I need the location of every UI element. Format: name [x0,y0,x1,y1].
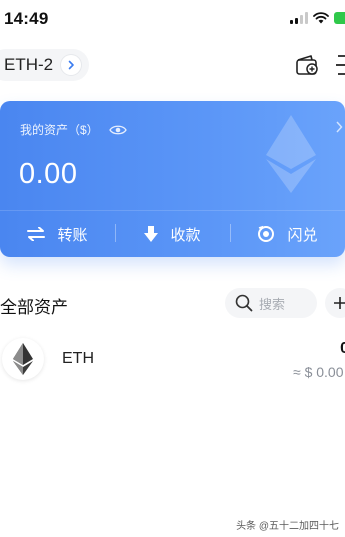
receive-icon [144,226,159,242]
card-actions: 转账 收款 闪兑 [0,211,345,257]
cellular-signal-icon [290,12,308,24]
scan-icon[interactable] [336,53,345,77]
status-bar: 14:49 [0,0,345,40]
swap-icon [258,225,275,242]
transfer-label: 转账 [57,226,88,244]
receive-label: 收款 [170,226,201,244]
status-icons [290,12,345,24]
asset-card: 我的资产（$） 0.00 转账 收款 闪兑 [0,101,345,257]
eye-icon[interactable] [108,124,127,136]
token-fiat-value: ≈ $ 0.00 [293,364,344,380]
token-symbol: ETH [62,350,94,367]
swap-label: 闪兑 [287,226,318,244]
chevron-right-icon[interactable] [335,121,343,133]
card-label-row: 我的资产（$） [20,121,127,138]
asset-row-eth[interactable]: ETH 0 ≈ $ 0.00 [0,336,345,382]
eth-watermark-icon [266,115,316,193]
all-assets-title: 全部资产 [0,298,68,317]
battery-icon [334,12,345,24]
wallet-selector[interactable]: ETH-2 [0,49,90,81]
wallet-add-icon[interactable] [295,53,321,77]
eth-logo-icon [2,338,44,380]
wallet-name: ETH-2 [4,55,54,74]
add-asset-button[interactable] [325,288,345,318]
asset-label: 我的资产（$） [20,123,99,137]
search-placeholder: 搜索 [259,296,286,312]
watermark: 头条 @五十二加四十七 [236,521,339,532]
transfer-button[interactable]: 转账 [0,211,115,257]
total-balance: 0.00 [19,158,78,190]
token-amount: 0 [340,340,345,357]
status-time: 14:49 [4,9,49,28]
plus-icon [334,297,345,309]
wifi-icon [313,12,329,24]
swap-button[interactable]: 闪兑 [230,211,345,257]
asset-search-input[interactable]: 搜索 [225,288,317,318]
search-icon [235,294,253,312]
transfer-icon [27,227,46,241]
receive-button[interactable]: 收款 [115,211,230,257]
chevron-right-icon [61,55,82,75]
